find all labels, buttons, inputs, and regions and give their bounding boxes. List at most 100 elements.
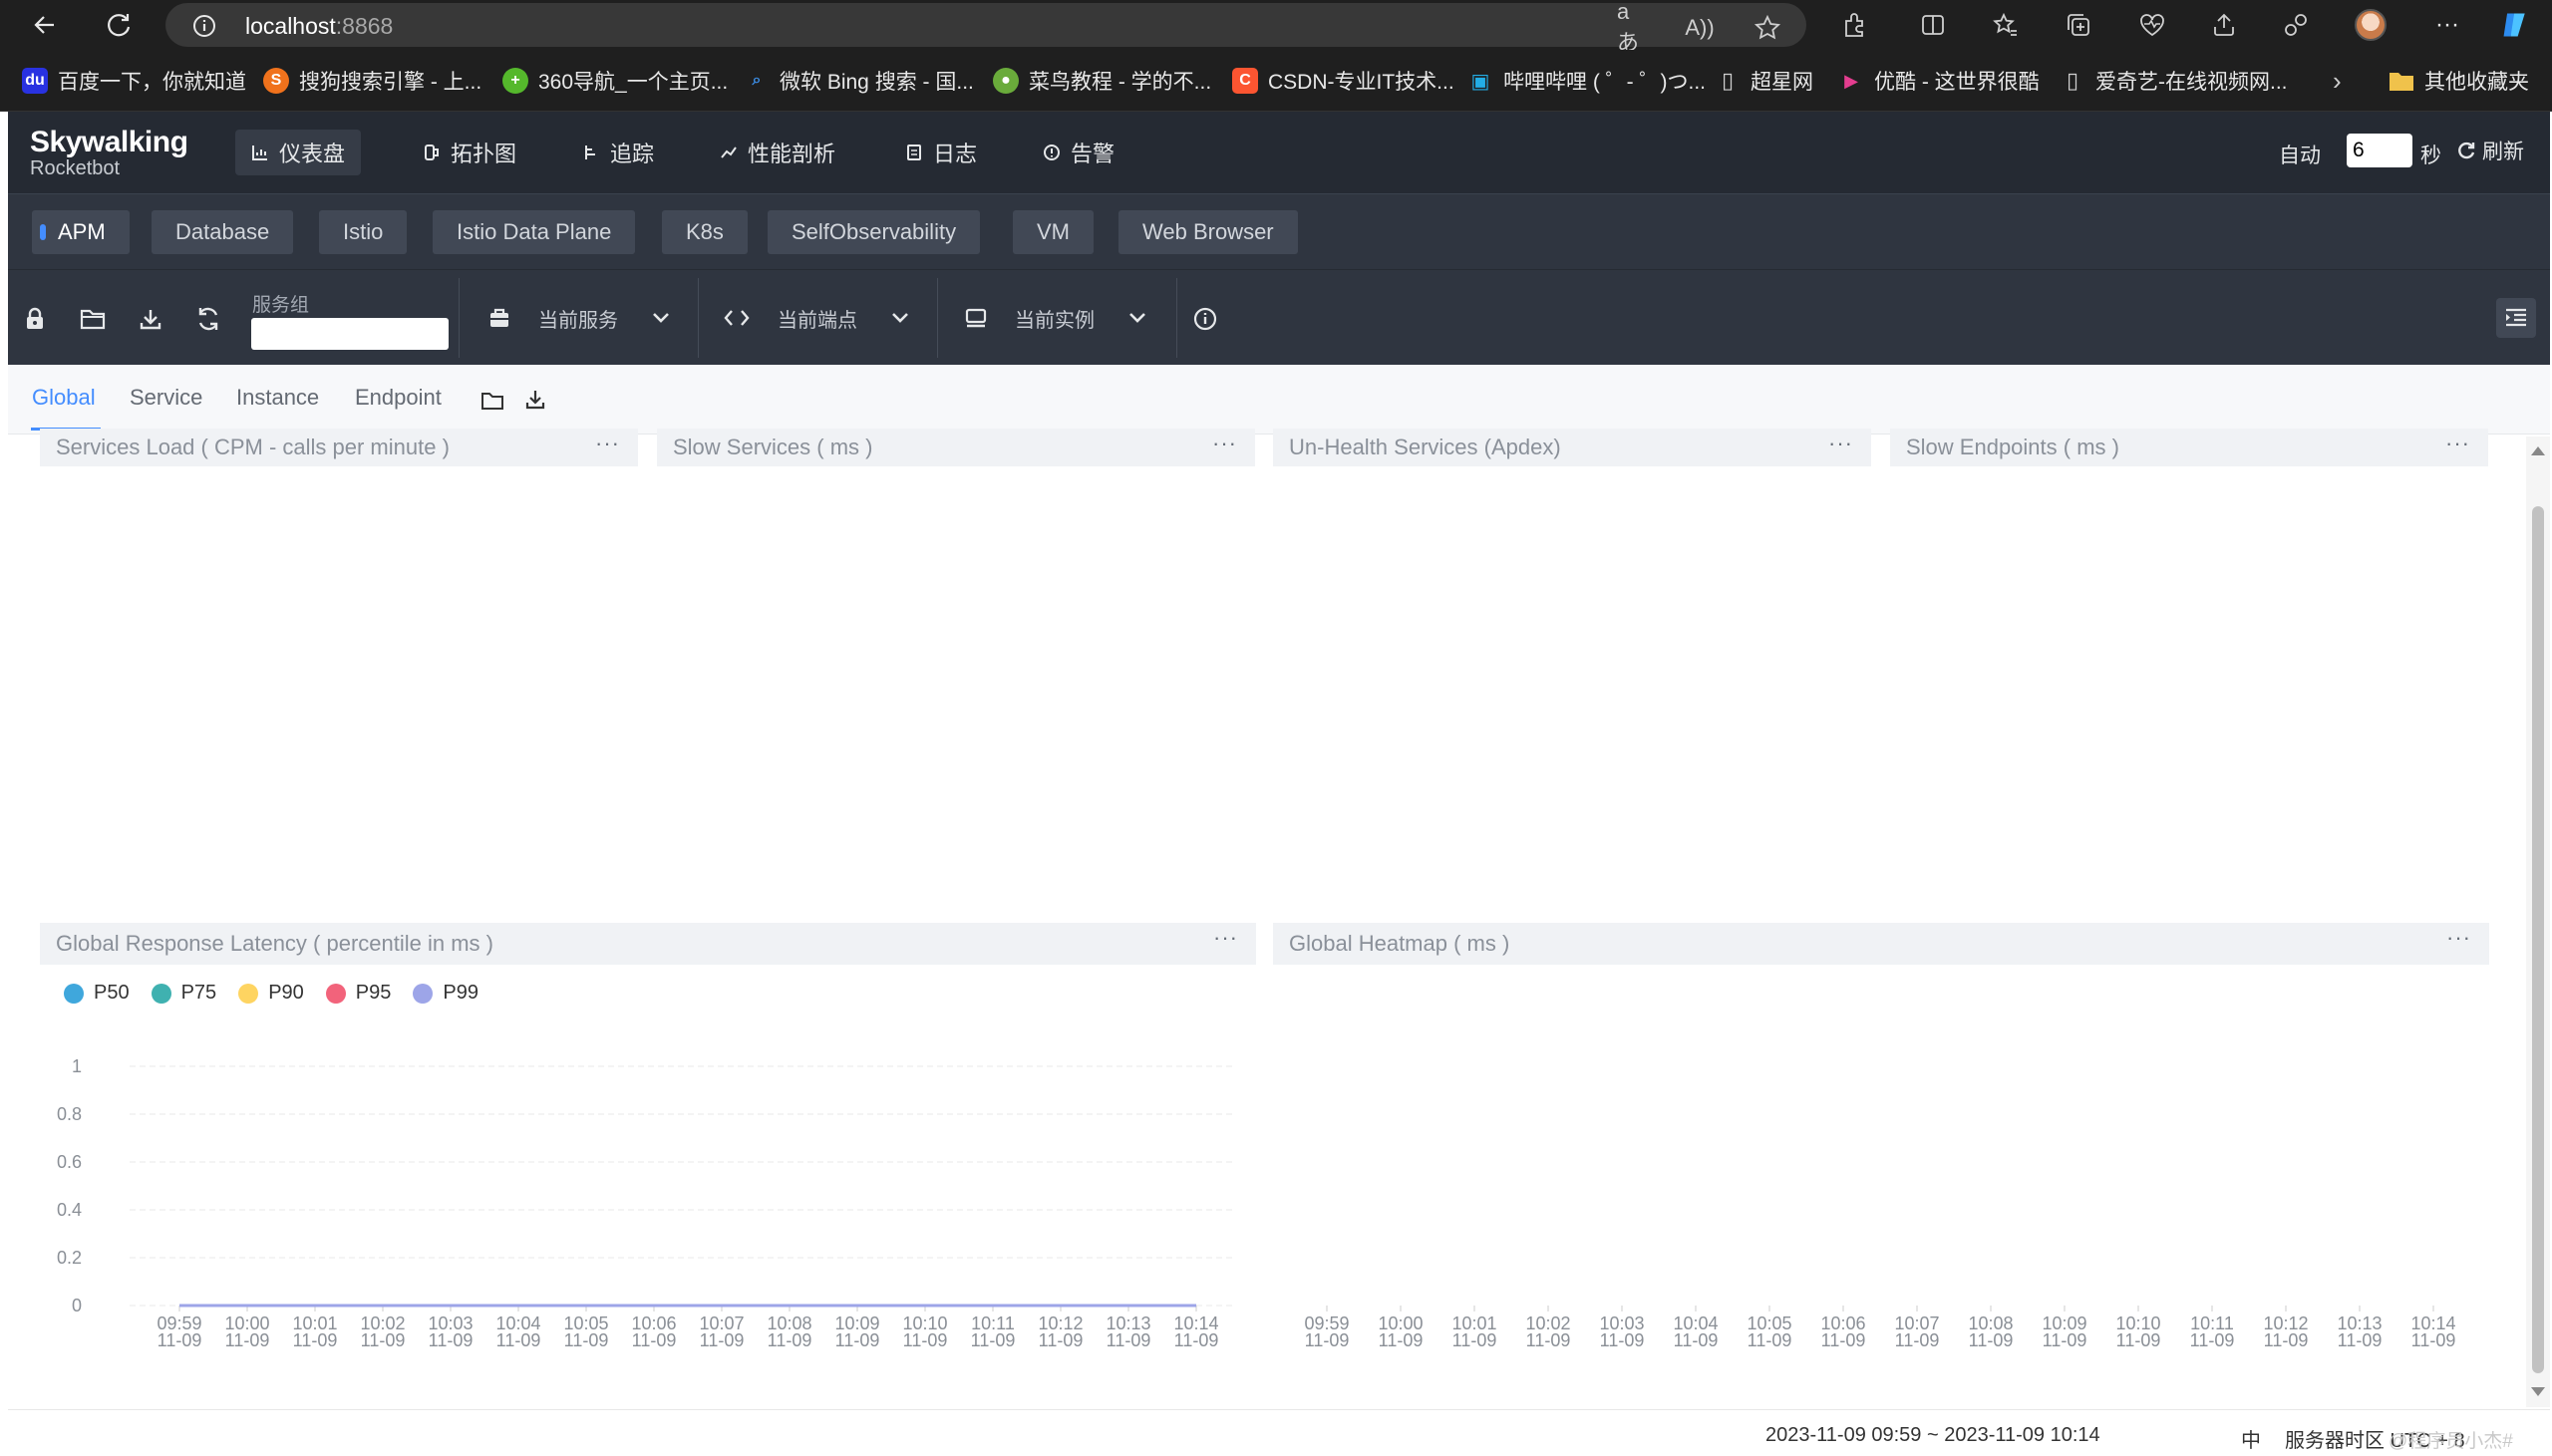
- bookmark-csdn[interactable]: C CSDN-专业IT技术...: [1232, 64, 1454, 98]
- latency-legend: P50 P75 P90 P95 P99: [64, 982, 478, 1005]
- x-tick-label: 11-09: [496, 1330, 541, 1350]
- topology-icon: [425, 145, 439, 160]
- tab-instance[interactable]: Instance: [236, 385, 319, 411]
- more-options-icon[interactable]: ···: [1212, 431, 1237, 456]
- x-tick-label: 11-09: [2411, 1330, 2456, 1350]
- folder-open-icon[interactable]: [78, 304, 108, 334]
- address-bar[interactable]: localhost:8868 aあ A)): [165, 0, 1806, 55]
- app-header: Skywalking Rocketbot 仪表盘 拓扑图 追踪 性能剖析 日志 …: [8, 112, 2550, 193]
- time-range-picker[interactable]: 2023-11-09 09:59 ~ 2023-11-09 10:14: [1765, 1424, 2100, 1447]
- csdn-icon: C: [1232, 68, 1258, 94]
- refresh-button[interactable]: 刷新: [2456, 136, 2524, 165]
- x-tick-label: 11-09: [2338, 1330, 2383, 1350]
- folder-icon[interactable]: [480, 391, 504, 411]
- legend-item-p90[interactable]: P90: [238, 982, 304, 1005]
- more-options-icon[interactable]: ···: [595, 431, 620, 456]
- bookmarks-overflow-chevron-icon[interactable]: ›: [2333, 64, 2342, 98]
- download-icon[interactable]: [524, 389, 546, 411]
- scroll-up-arrow-icon[interactable]: [2531, 446, 2545, 455]
- bookmark-bing[interactable]: ⌕ 微软 Bing 搜索 - 国...: [744, 64, 974, 98]
- x-tick-label: 11-09: [632, 1330, 677, 1350]
- profile-avatar[interactable]: [2355, 9, 2387, 41]
- page-scrollbar[interactable]: [2526, 437, 2550, 1407]
- copilot-icon[interactable]: [2500, 10, 2530, 40]
- bookmark-other-folder[interactable]: 其他收藏夹: [2389, 64, 2529, 98]
- layer-tab-web-browser[interactable]: Web Browser: [1118, 210, 1298, 254]
- chevron-down-icon: [653, 313, 669, 323]
- chevron-down-icon: [892, 313, 908, 323]
- layer-tab-istio[interactable]: Istio: [319, 210, 408, 254]
- favorite-star-icon[interactable]: [1753, 13, 1782, 43]
- more-options-icon[interactable]: ···: [1828, 431, 1853, 456]
- toggle-sidebar-button[interactable]: [2496, 298, 2536, 338]
- bookmark-bilibili[interactable]: ▣ 哔哩哔哩 ( ゜- ゜)つ...: [1467, 64, 1706, 98]
- nav-topology[interactable]: 拓扑图: [407, 130, 532, 175]
- reload-config-icon[interactable]: [193, 304, 223, 334]
- bookmark-sogou[interactable]: S 搜狗搜索引擎 - 上...: [263, 64, 481, 98]
- extensions-icon[interactable]: [1839, 10, 1869, 40]
- language-switch[interactable]: 中: [2241, 1424, 2261, 1453]
- browser-essentials-icon[interactable]: [2137, 10, 2167, 40]
- current-service-select[interactable]: 当前服务: [488, 294, 670, 342]
- download-icon[interactable]: [136, 304, 165, 334]
- current-endpoint-select[interactable]: 当前端点: [724, 294, 909, 342]
- more-menu-icon[interactable]: ···: [2432, 10, 2462, 40]
- tab-service[interactable]: Service: [130, 385, 202, 411]
- service-group-input[interactable]: [251, 318, 449, 350]
- collections-icon[interactable]: [2064, 10, 2093, 40]
- tab-endpoint[interactable]: Endpoint: [355, 385, 442, 411]
- read-aloud-icon[interactable]: A)): [1685, 13, 1715, 43]
- sogou-icon: S: [263, 68, 289, 94]
- scroll-down-arrow-icon[interactable]: [2531, 1387, 2545, 1396]
- page-icon: ▯: [2066, 68, 2079, 93]
- nav-trace[interactable]: 追踪: [566, 130, 670, 175]
- legend-item-p50[interactable]: P50: [64, 982, 130, 1005]
- nav-alarm[interactable]: 告警: [1027, 130, 1130, 175]
- layer-tab-apm[interactable]: APM: [32, 210, 130, 254]
- x-tick-label: 11-09: [2190, 1330, 2235, 1350]
- site-info-icon[interactable]: [191, 13, 217, 39]
- legend-item-p99[interactable]: P99: [413, 982, 478, 1005]
- layer-tab-selfobservability[interactable]: SelfObservability: [768, 210, 981, 254]
- widget-global-latency: Global Response Latency ( percentile in …: [40, 923, 1256, 965]
- legend-item-p95[interactable]: P95: [325, 982, 391, 1005]
- nav-logs[interactable]: 日志: [889, 130, 993, 175]
- share-icon[interactable]: [2209, 10, 2239, 40]
- bookmark-runoob[interactable]: ● 菜鸟教程 - 学的不...: [993, 64, 1211, 98]
- toolbar-divider: [459, 278, 460, 358]
- split-screen-icon[interactable]: [1918, 10, 1948, 40]
- games-icon[interactable]: [2281, 10, 2311, 40]
- tab-global[interactable]: Global: [32, 385, 96, 411]
- bookmark-360[interactable]: +360导航_一个主页...: [502, 64, 728, 98]
- bookmark-youku[interactable]: ▶ 优酷 - 这世界很酷: [1838, 64, 2040, 98]
- layer-tab-istio-data-plane[interactable]: Istio Data Plane: [433, 210, 636, 254]
- more-options-icon[interactable]: ···: [1213, 925, 1238, 951]
- bookmark-iqiyi[interactable]: ▯ 爱奇艺-在线视频网...: [2060, 64, 2288, 98]
- back-icon[interactable]: [20, 0, 70, 50]
- bookmark-chaoxing[interactable]: ▯ 超星网: [1715, 64, 1813, 98]
- info-icon[interactable]: [1190, 304, 1220, 334]
- favorites-icon[interactable]: [1991, 10, 2021, 40]
- layer-tab-k8s[interactable]: K8s: [662, 210, 748, 254]
- more-options-icon[interactable]: ···: [2445, 431, 2470, 456]
- skywalking-logo[interactable]: Skywalking Rocketbot: [30, 126, 188, 180]
- legend-item-p75[interactable]: P75: [151, 982, 216, 1005]
- scroll-thumb[interactable]: [2532, 506, 2544, 1373]
- x-tick-label: 11-09: [1174, 1330, 1219, 1350]
- runoob-icon: ●: [993, 68, 1019, 94]
- bookmark-baidu[interactable]: du 百度一下，你就知道: [22, 64, 246, 98]
- x-tick-label: 11-09: [293, 1330, 338, 1350]
- nav-dashboard[interactable]: 仪表盘: [235, 130, 362, 175]
- layer-tab-vm[interactable]: VM: [1013, 210, 1094, 254]
- translate-icon[interactable]: aあ: [1617, 0, 1647, 55]
- auto-refresh-seconds-input[interactable]: [2347, 134, 2412, 167]
- current-instance-select[interactable]: 当前实例: [965, 294, 1146, 342]
- reload-icon[interactable]: [94, 0, 144, 50]
- lock-icon[interactable]: [20, 304, 50, 334]
- more-options-icon[interactable]: ···: [2446, 925, 2471, 951]
- toolbar-divider: [937, 278, 938, 358]
- layer-tab-database[interactable]: Database: [152, 210, 294, 254]
- nav-profiling[interactable]: 性能剖析: [704, 130, 851, 175]
- indent-icon: [2506, 308, 2526, 327]
- x-tick-label: 11-09: [2116, 1330, 2161, 1350]
